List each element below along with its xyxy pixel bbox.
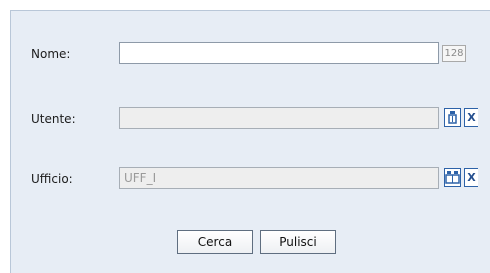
search-button[interactable]: Cerca [177,230,253,254]
clear-x-icon: X [467,111,476,124]
office-clear-button[interactable]: X [464,168,478,187]
reset-button[interactable]: Pulisci [260,230,336,254]
office-input[interactable] [119,167,439,189]
office-label: Ufficio: [31,172,73,186]
group-picker-icon [445,171,460,184]
user-picker-button[interactable] [444,108,461,127]
office-row: Ufficio: X [11,167,490,191]
name-row: Nome: 128 [11,42,490,66]
user-clear-button[interactable]: X [464,108,478,127]
search-form-panel: Nome: 128 Utente: X Ufficio: UFF_I X Cer… [10,10,490,273]
user-picker-icon [448,111,457,124]
user-label: Utente: [31,112,76,126]
user-row: Utente: X [11,107,490,131]
max-length-badge: 128 [442,45,466,62]
form-actions: Cerca Pulisci [11,230,490,256]
name-label: Nome: [31,47,71,61]
office-picker-button[interactable] [444,168,461,187]
user-input[interactable] [119,107,439,129]
clear-x-icon: X [467,171,476,184]
name-input[interactable] [119,42,439,64]
